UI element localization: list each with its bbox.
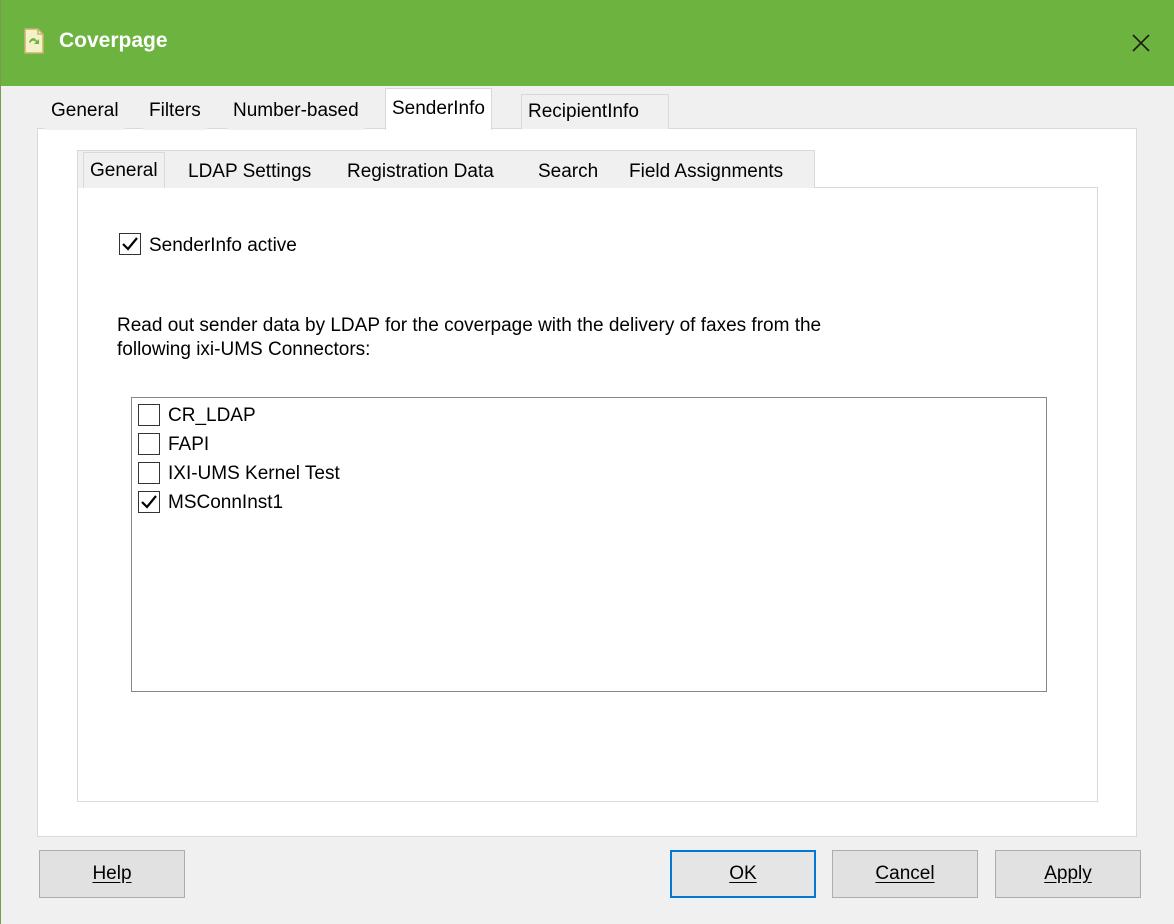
- tab-senderinfo[interactable]: SenderInfo: [385, 88, 492, 130]
- tab-recipientinfo[interactable]: RecipientInfo: [521, 94, 669, 129]
- connector-checkbox-msconninst1[interactable]: [138, 491, 160, 513]
- senderinfo-active-label[interactable]: SenderInfo active: [149, 235, 297, 257]
- connectors-description: Read out sender data by LDAP for the cov…: [117, 314, 997, 362]
- close-icon: [1132, 34, 1150, 52]
- connector-checkbox-ixi-ums-kernel-test[interactable]: [138, 462, 160, 484]
- tab-number-based[interactable]: Number-based: [227, 94, 365, 130]
- senderinfo-active-checkbox[interactable]: [119, 233, 141, 255]
- description-line-2: following ixi-UMS Connectors:: [117, 339, 371, 360]
- close-button[interactable]: [1107, 0, 1174, 86]
- title-bar: Coverpage: [1, 0, 1174, 86]
- connector-label: FAPI: [168, 434, 210, 455]
- window-title: Coverpage: [59, 29, 168, 52]
- ok-button[interactable]: OK: [670, 850, 816, 898]
- apply-button[interactable]: Apply: [995, 850, 1141, 898]
- connector-label: IXI-UMS Kernel Test: [168, 463, 340, 484]
- coverpage-icon: [24, 28, 44, 54]
- checkmark-icon: [141, 495, 157, 509]
- subtab-ldap-settings[interactable]: LDAP Settings: [182, 155, 317, 191]
- tab-general[interactable]: General: [45, 94, 125, 130]
- cancel-button[interactable]: Cancel: [832, 850, 978, 898]
- subtab-general[interactable]: General: [83, 152, 165, 188]
- checkmark-icon: [122, 237, 138, 251]
- connector-label: MSConnInst1: [168, 492, 284, 513]
- tab-filters[interactable]: Filters: [143, 94, 207, 130]
- connector-checkbox-cr-ldap[interactable]: [138, 404, 160, 426]
- subtab-field-assignments[interactable]: Field Assignments: [623, 155, 789, 191]
- help-button[interactable]: Help: [39, 850, 185, 898]
- subtab-registration-data[interactable]: Registration Data: [341, 155, 500, 191]
- connectors-list[interactable]: CR_LDAP FAPI IXI-UMS Kernel Test MSConnI…: [131, 397, 1047, 692]
- subtab-search[interactable]: Search: [532, 155, 604, 191]
- connector-checkbox-fapi[interactable]: [138, 433, 160, 455]
- connector-label: CR_LDAP: [168, 405, 256, 426]
- coverpage-dialog: Coverpage General Filters Number-based S…: [0, 0, 1174, 924]
- description-line-1: Read out sender data by LDAP for the cov…: [117, 315, 822, 336]
